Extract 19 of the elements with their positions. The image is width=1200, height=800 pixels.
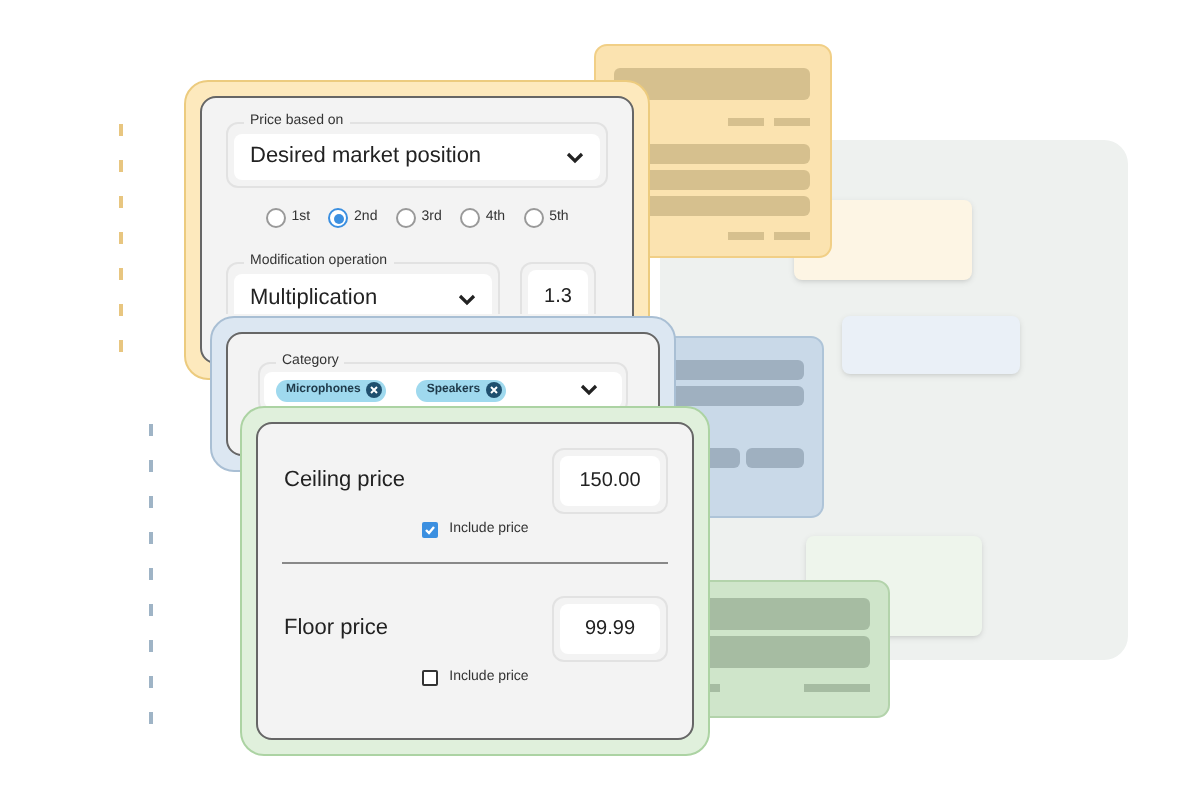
price-label: Floor price — [284, 613, 388, 644]
checkbox[interactable] — [421, 522, 438, 539]
chevron-down-icon — [458, 293, 476, 305]
price-label: Ceiling price — [284, 466, 406, 497]
radio-button[interactable] — [265, 208, 286, 229]
radio-button[interactable] — [328, 208, 349, 229]
remove-icon[interactable] — [366, 382, 383, 398]
number-field[interactable]: 99.99 — [560, 603, 660, 653]
radio-button[interactable] — [459, 208, 480, 229]
radio-button[interactable] — [395, 208, 416, 229]
remove-icon[interactable] — [486, 382, 503, 398]
number-field[interactable]: 1.3 — [528, 269, 588, 313]
number-field[interactable]: 150.00 — [560, 456, 660, 506]
chevron-down-icon — [566, 151, 584, 163]
chevron-down-icon — [580, 384, 598, 396]
checkbox[interactable] — [421, 669, 438, 686]
radio-button[interactable] — [523, 208, 544, 229]
select-field[interactable]: Multiplication — [234, 273, 492, 313]
select-field[interactable]: Desired market position — [234, 134, 600, 180]
